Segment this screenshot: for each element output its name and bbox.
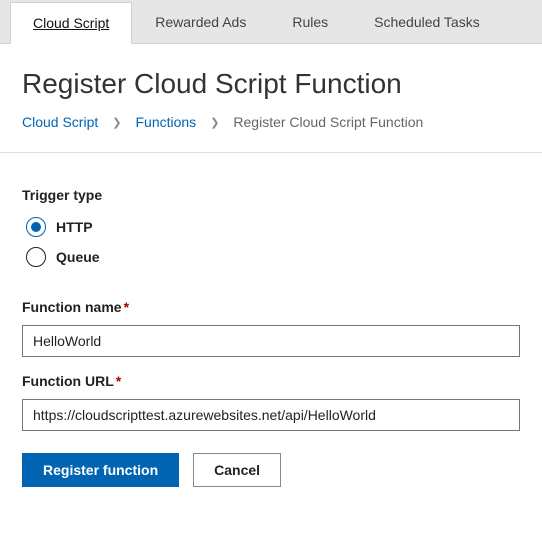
function-name-field: Function name* — [22, 299, 520, 357]
page-content: Register Cloud Script Function Cloud Scr… — [0, 44, 542, 505]
radio-icon — [26, 247, 46, 267]
divider — [0, 152, 542, 153]
radio-label-http: HTTP — [56, 219, 93, 235]
required-indicator: * — [124, 299, 129, 315]
register-function-button[interactable]: Register function — [22, 453, 179, 487]
trigger-type-http[interactable]: HTTP — [22, 213, 520, 243]
required-indicator: * — [116, 373, 121, 389]
breadcrumb: Cloud Script ❯ Functions ❯ Register Clou… — [22, 114, 520, 152]
trigger-type-label: Trigger type — [22, 187, 520, 203]
chevron-right-icon: ❯ — [112, 116, 121, 129]
function-url-label: Function URL* — [22, 373, 520, 389]
breadcrumb-current: Register Cloud Script Function — [233, 114, 423, 130]
tab-rules[interactable]: Rules — [269, 1, 351, 43]
function-url-input[interactable] — [22, 399, 520, 431]
trigger-type-queue[interactable]: Queue — [22, 243, 520, 273]
breadcrumb-functions[interactable]: Functions — [135, 114, 196, 130]
function-name-input[interactable] — [22, 325, 520, 357]
page-title: Register Cloud Script Function — [22, 68, 520, 100]
tab-cloud-script[interactable]: Cloud Script — [10, 2, 132, 44]
tab-rewarded-ads[interactable]: Rewarded Ads — [132, 1, 269, 43]
chevron-right-icon: ❯ — [210, 116, 219, 129]
cancel-button[interactable]: Cancel — [193, 453, 281, 487]
breadcrumb-cloud-script[interactable]: Cloud Script — [22, 114, 98, 130]
function-name-label: Function name* — [22, 299, 520, 315]
button-row: Register function Cancel — [22, 453, 520, 487]
trigger-type-section: Trigger type HTTP Queue — [22, 187, 520, 273]
function-url-field: Function URL* — [22, 373, 520, 431]
radio-icon — [26, 217, 46, 237]
tab-scheduled-tasks[interactable]: Scheduled Tasks — [351, 1, 503, 43]
tab-bar: Cloud Script Rewarded Ads Rules Schedule… — [0, 0, 542, 44]
radio-label-queue: Queue — [56, 249, 100, 265]
